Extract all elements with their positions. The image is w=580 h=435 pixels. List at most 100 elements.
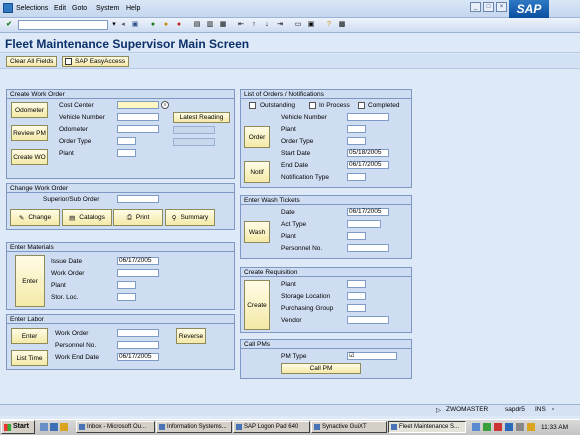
work-order-field[interactable] (117, 329, 159, 337)
start-button[interactable]: Start (1, 420, 35, 434)
back-arrow-icon[interactable]: ● (148, 20, 158, 30)
minimize-icon[interactable]: _ (470, 2, 481, 12)
find-icon[interactable]: ▥ (205, 20, 215, 30)
pm-type-field[interactable]: ☑ (347, 352, 397, 360)
plant-field[interactable] (347, 232, 366, 240)
purchasing-group-field[interactable] (347, 304, 366, 312)
summary-button[interactable]: ⚲ Summary (165, 209, 215, 226)
plant-field[interactable] (347, 280, 366, 288)
status-lock-icon[interactable]: ▫ (552, 406, 554, 413)
taskbar-item[interactable]: Fleet Maintenance S... (388, 421, 466, 433)
taskbar-item[interactable]: Synactive GuiXT (311, 421, 387, 433)
order-type-field[interactable] (117, 137, 136, 145)
latest-reading-button[interactable]: Latest Reading (173, 112, 230, 123)
plant-field[interactable] (117, 281, 136, 289)
odometer-field[interactable] (117, 125, 159, 133)
print-icon[interactable]: ▤ (192, 20, 202, 30)
help-icon[interactable]: ? (324, 20, 334, 30)
act-type-field[interactable] (347, 220, 381, 228)
tray-icon[interactable] (494, 423, 502, 431)
work-order-field[interactable] (117, 269, 159, 277)
first-page-icon[interactable]: ⇤ (236, 20, 246, 30)
menu-goto[interactable]: Goto (72, 5, 87, 12)
check-icon[interactable]: ✔ (4, 20, 14, 30)
menu-system[interactable]: System (96, 5, 119, 12)
review-pm-button[interactable]: Review PM (11, 125, 48, 141)
save-icon[interactable]: ▣ (130, 20, 140, 30)
personnel-no-field[interactable] (347, 244, 389, 252)
tray-icon[interactable] (527, 423, 535, 431)
completed-checkbox[interactable] (358, 102, 365, 109)
create-requisition-button[interactable]: Create (244, 280, 270, 330)
find-next-icon[interactable]: ▦ (218, 20, 228, 30)
plant-label: Plant (281, 281, 296, 288)
sap-easy-access-button[interactable]: SAP EasyAccess (62, 56, 130, 67)
status-arrow-icon[interactable]: ▷ (436, 406, 441, 414)
reverse-button[interactable]: Reverse (176, 328, 206, 344)
taskbar-item[interactable]: Inbox - Microsoft Ou... (76, 421, 155, 433)
new-session-icon[interactable]: ▭ (293, 20, 303, 30)
cancel-icon[interactable]: ● (174, 20, 184, 30)
vehicle-number-field[interactable] (347, 113, 389, 121)
call-pm-button[interactable]: Call PM (281, 363, 361, 374)
taskbar-item[interactable]: SAP Logon Pad 640 (233, 421, 310, 433)
quicklaunch-icon[interactable] (60, 423, 68, 431)
last-page-icon[interactable]: ⇥ (275, 20, 285, 30)
stor-loc-field[interactable] (117, 293, 136, 301)
exit-icon[interactable]: ● (161, 20, 171, 30)
catalogs-button[interactable]: ▤ Catalogs (62, 209, 112, 226)
tray-icon[interactable] (472, 423, 480, 431)
taskbar-item[interactable]: Information Systems... (156, 421, 232, 433)
create-wo-button[interactable]: Create WO (11, 149, 48, 165)
end-date-field[interactable]: 06/17/2005 (347, 161, 389, 169)
outstanding-checkbox[interactable] (249, 102, 256, 109)
next-page-icon[interactable]: ↓ (262, 20, 272, 30)
back-icon[interactable]: ◂ (118, 20, 128, 30)
wash-button[interactable]: Wash (244, 221, 270, 243)
maximize-icon[interactable]: □ (483, 2, 494, 12)
tray-icon[interactable] (516, 423, 524, 431)
quicklaunch-icon[interactable] (50, 423, 58, 431)
personnel-no-field[interactable] (117, 341, 159, 349)
issue-date-field[interactable]: 06/17/2005 (117, 257, 159, 265)
close-icon[interactable]: × (496, 2, 507, 12)
vendor-field[interactable] (347, 316, 389, 324)
in-process-checkbox[interactable] (309, 102, 316, 109)
print-button[interactable]: ⎙ Print (113, 209, 163, 226)
page-title: Fleet Maintenance Supervisor Main Screen (5, 37, 250, 51)
menu-help[interactable]: Help (126, 5, 140, 12)
vehicle-number-field[interactable] (117, 113, 159, 121)
start-date-field[interactable]: 05/18/2005 (347, 149, 389, 157)
prev-page-icon[interactable]: ↑ (249, 20, 259, 30)
command-field[interactable] (18, 20, 108, 30)
notif-button[interactable]: Notif (244, 161, 270, 183)
issue-date-label: Issue Date (51, 258, 83, 265)
enter-materials-button[interactable]: Enter (15, 255, 45, 307)
list-time-button[interactable]: List Time (11, 350, 48, 366)
date-field[interactable]: 06/17/2005 (347, 208, 389, 216)
storage-location-field[interactable] (347, 292, 366, 300)
menu-selections[interactable]: Selections (16, 5, 48, 12)
order-type-field[interactable] (347, 137, 366, 145)
plant-field[interactable] (117, 149, 136, 157)
notification-type-field[interactable] (347, 173, 366, 181)
plant-field[interactable] (347, 125, 366, 133)
layout-icon[interactable]: ▩ (337, 20, 347, 30)
sap-window-icon[interactable] (3, 3, 13, 13)
superior-sub-order-field[interactable] (117, 195, 159, 203)
odometer-button[interactable]: Odometer (11, 102, 48, 118)
order-button[interactable]: Order (244, 126, 270, 148)
shortcut-icon[interactable]: ▣ (306, 20, 316, 30)
menu-edit[interactable]: Edit (54, 5, 66, 12)
search-help-icon[interactable]: ⌕ (161, 101, 169, 109)
work-end-date-field[interactable]: 06/17/2005 (117, 353, 159, 361)
taskbar-item-label: Information Systems... (167, 424, 227, 430)
enter-labor-button[interactable]: Enter (11, 328, 48, 344)
cost-center-field[interactable] (117, 101, 159, 109)
tray-icon[interactable] (505, 423, 513, 431)
change-button[interactable]: ✎ Change (10, 209, 60, 226)
tray-icon[interactable] (483, 423, 491, 431)
status-system: ZWOMASTER (446, 406, 489, 413)
quicklaunch-icon[interactable] (40, 423, 48, 431)
clear-all-fields-button[interactable]: Clear All Fields (6, 56, 58, 67)
